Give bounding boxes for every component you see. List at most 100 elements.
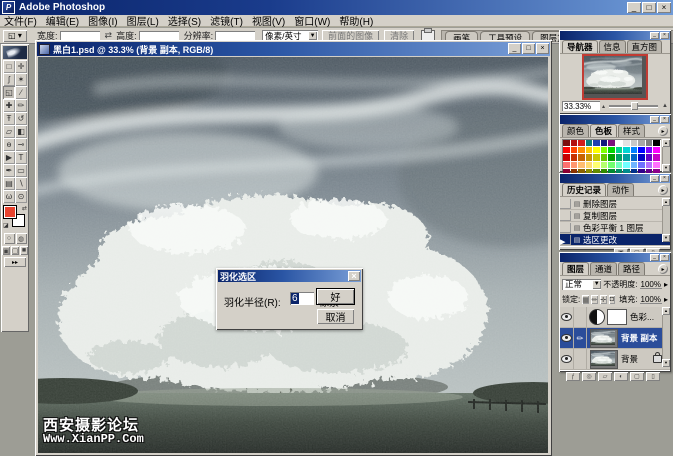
color-swatch[interactable] (601, 162, 608, 168)
color-swatch[interactable] (631, 162, 638, 168)
tab-styles[interactable]: 样式 (618, 124, 645, 137)
tab-history[interactable]: 历史记录 (562, 183, 606, 196)
tab-paths[interactable]: 路径 (618, 262, 645, 275)
palette-close-icon[interactable]: × (660, 32, 669, 39)
clone-stamp-tool[interactable]: Ŧ (3, 112, 15, 125)
crop-height-input[interactable] (139, 31, 179, 41)
visibility-toggle[interactable] (560, 328, 574, 348)
palette-minimize-icon[interactable]: _ (650, 175, 659, 182)
menu-item[interactable]: 选择(S) (168, 13, 201, 28)
lock-position-icon[interactable]: ✛ (600, 295, 607, 304)
palette-minimize-icon[interactable]: _ (650, 254, 659, 261)
default-colors-icon[interactable]: ◪ (3, 222, 9, 229)
standard-mode-button[interactable]: ○ (4, 233, 15, 244)
tool-preset-button[interactable]: ◱ ▾ (3, 30, 27, 42)
color-swatch[interactable] (571, 140, 578, 146)
document-titlebar[interactable]: 黑白1.psd @ 33.3% (背景 副本, RGB/8) _ □ × (37, 42, 550, 56)
brush-tool[interactable]: ✏ (15, 99, 27, 112)
color-swatch[interactable] (631, 140, 638, 146)
layer-row-background[interactable]: 背景 (560, 349, 670, 370)
new-group-button[interactable]: ▱ (598, 372, 612, 381)
shape-tool[interactable]: ▭ (15, 164, 27, 177)
palette-close-icon[interactable]: × (660, 116, 669, 123)
menu-item[interactable]: 窗口(W) (294, 13, 330, 28)
menu-item[interactable]: 图像(I) (88, 13, 117, 28)
history-titlebar[interactable]: _ × (560, 174, 670, 183)
tab-navigator[interactable]: 导航器 (562, 40, 598, 53)
magic-wand-tool[interactable]: ✶ (15, 73, 27, 86)
doc-maximize-button[interactable]: □ (522, 43, 535, 54)
color-swatch[interactable] (571, 147, 578, 153)
layers-scrollbar[interactable]: ▲ ▼ (662, 307, 670, 367)
color-swatch[interactable] (638, 140, 645, 146)
color-swatch[interactable] (586, 147, 593, 153)
lasso-tool[interactable]: ʃ (3, 73, 15, 86)
color-swatch[interactable] (631, 147, 638, 153)
scroll-down-icon[interactable]: ▼ (662, 359, 670, 367)
color-swatch[interactable] (646, 147, 653, 153)
jump-to-imageready-button[interactable]: ▸▸ (4, 257, 26, 267)
link-cell[interactable] (574, 349, 587, 369)
canvas-image[interactable]: 西安摄影论坛 Www.XianPP.Com (38, 57, 548, 453)
delete-layer-button[interactable]: ▯ (646, 372, 660, 381)
crop-tool[interactable]: ◱ (3, 86, 15, 99)
tab-channels[interactable]: 通道 (590, 262, 617, 275)
tab-info[interactable]: 信息 (599, 40, 626, 53)
scroll-down-icon[interactable]: ▼ (662, 164, 670, 172)
color-swatch[interactable] (578, 154, 585, 160)
tab-color[interactable]: 颜色 (562, 124, 589, 137)
layer-name[interactable]: 色彩... (630, 311, 662, 323)
fill-arrow-icon[interactable]: ▸ (664, 295, 668, 304)
scroll-down-icon[interactable]: ▼ (662, 234, 670, 242)
adjustment-layer-icon[interactable] (589, 309, 605, 325)
opacity-value[interactable]: 100% (640, 280, 662, 289)
menu-item[interactable]: 视图(V) (252, 13, 285, 28)
chevron-down-icon[interactable]: ▼ (592, 280, 601, 289)
color-swatch[interactable] (563, 162, 570, 168)
visibility-toggle[interactable] (560, 307, 574, 327)
new-adjustment-layer-button[interactable]: ◐ (614, 372, 628, 381)
color-swatch[interactable] (646, 140, 653, 146)
history-scrollbar[interactable]: ▲ ▼ (662, 198, 670, 242)
color-swatch[interactable] (623, 154, 630, 160)
healing-brush-tool[interactable]: ✚ (3, 99, 15, 112)
color-swatch[interactable] (571, 154, 578, 160)
menu-item[interactable]: 帮助(H) (339, 13, 373, 28)
color-swatch[interactable] (616, 154, 623, 160)
color-swatch[interactable] (653, 147, 660, 153)
history-source-box[interactable]: ▸ (560, 235, 571, 245)
color-swatch[interactable] (616, 162, 623, 168)
layer-style-button[interactable]: ƒ (566, 372, 580, 381)
move-tool[interactable]: ✛ (15, 60, 27, 73)
lock-all-icon[interactable]: ◘ (609, 295, 616, 304)
layer-thumbnail[interactable] (590, 329, 618, 348)
history-source-box[interactable] (560, 199, 571, 209)
color-swatch[interactable] (593, 162, 600, 168)
ok-button[interactable]: 好 (317, 289, 354, 304)
menu-item[interactable]: 编辑(E) (46, 13, 79, 28)
color-swatch[interactable] (608, 162, 615, 168)
gradient-tool[interactable]: ◧ (15, 125, 27, 138)
close-button[interactable]: × (657, 2, 671, 13)
palette-close-icon[interactable]: × (660, 175, 669, 182)
navigator-proxy-view[interactable] (582, 54, 648, 100)
doc-minimize-button[interactable]: _ (508, 43, 521, 54)
color-swatch[interactable] (623, 140, 630, 146)
crop-width-input[interactable] (60, 31, 100, 41)
swatches-titlebar[interactable]: _ × (560, 115, 670, 124)
color-swatch[interactable] (571, 162, 578, 168)
photoshop-feather-logo[interactable] (3, 46, 27, 59)
color-swatch[interactable] (578, 140, 585, 146)
color-swatch[interactable] (563, 147, 570, 153)
history-state-selected[interactable]: ▸ ▤ 选区更改 (560, 234, 670, 246)
feather-dialog-titlebar[interactable]: 羽化选区 × (218, 270, 361, 282)
navigator-zoom-slider[interactable] (607, 101, 660, 111)
layer-thumbnail[interactable] (590, 350, 618, 369)
menu-item[interactable]: 文件(F) (4, 13, 37, 28)
history-source-box[interactable] (560, 211, 571, 221)
cancel-button[interactable]: 取消 (317, 309, 354, 324)
color-swatch[interactable] (631, 154, 638, 160)
path-selection-tool[interactable]: ▶ (3, 151, 15, 164)
tab-layers[interactable]: 图层 (562, 262, 589, 275)
history-source-box[interactable] (560, 223, 571, 233)
